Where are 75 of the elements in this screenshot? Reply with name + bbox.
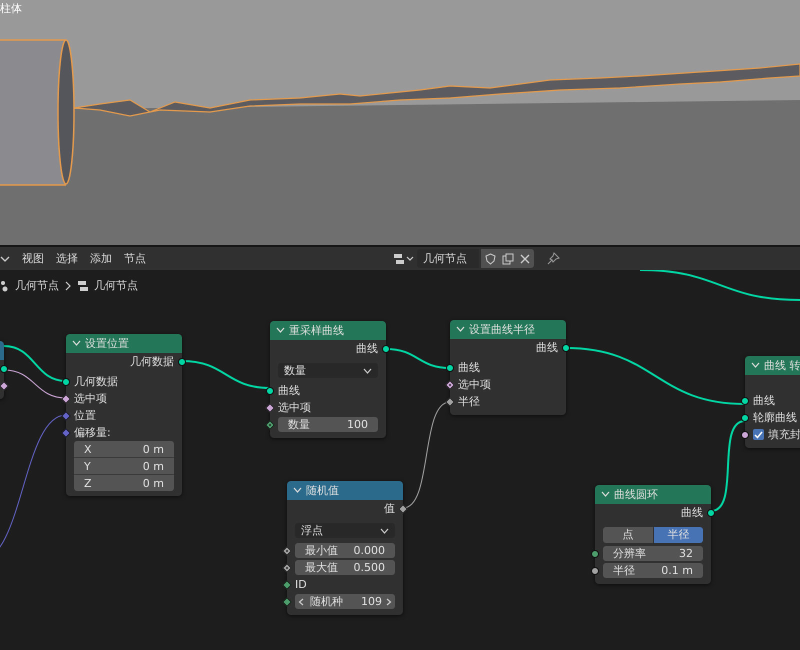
- number-field[interactable]: 半径 0.1 m: [603, 563, 703, 578]
- chevron-icon[interactable]: [456, 326, 465, 333]
- node-tree-field[interactable]: 几何节点: [417, 249, 479, 268]
- socket-label: 半径: [458, 394, 480, 409]
- socket-label: 曲线: [753, 393, 775, 408]
- object-label: 柱体: [0, 1, 22, 16]
- socket-label: 曲线: [356, 341, 378, 356]
- caret-icon: [380, 528, 389, 534]
- socket-dot[interactable]: [707, 508, 715, 516]
- number-field[interactable]: 最大值 0.500: [295, 560, 395, 575]
- socket-label: 曲线: [278, 383, 300, 398]
- socket-label: 几何数据: [74, 374, 118, 389]
- socket-dot[interactable]: [446, 364, 454, 372]
- node-title: 设置位置: [85, 336, 129, 351]
- breadcrumb-item[interactable]: 几何节点: [94, 278, 138, 293]
- checkbox[interactable]: [753, 429, 764, 440]
- copy-icon: [502, 252, 514, 264]
- number-field[interactable]: 数量 100: [278, 417, 378, 432]
- chevron-icon[interactable]: [601, 491, 610, 498]
- socket-dot[interactable]: [562, 344, 570, 352]
- number-field[interactable]: Y 0 m: [74, 458, 174, 475]
- socket-label: 几何数据: [130, 354, 174, 369]
- menu-item[interactable]: 视图: [16, 251, 50, 266]
- node-title: 设置曲线半径: [469, 322, 535, 337]
- breadcrumb-item[interactable]: 几何节点: [15, 278, 59, 293]
- socket-dot[interactable]: [178, 358, 186, 366]
- node-tree-icon[interactable]: [393, 252, 415, 266]
- socket-dot[interactable]: [741, 396, 749, 404]
- socket-label: 曲线: [536, 340, 558, 355]
- socket-label: 选中项: [74, 391, 107, 406]
- number-field[interactable]: X 0 m: [74, 441, 174, 458]
- chevron-icon[interactable]: [751, 362, 760, 369]
- socket-label: 选中项: [458, 377, 491, 392]
- node-title: 随机值: [306, 483, 339, 498]
- socket-dot[interactable]: [62, 378, 70, 386]
- menu-item[interactable]: 选择: [50, 251, 84, 266]
- chevron-icon[interactable]: [276, 327, 285, 334]
- close-icon: [520, 254, 530, 264]
- number-field[interactable]: 分辨率 32: [603, 546, 703, 561]
- pin-icon[interactable]: [546, 252, 560, 266]
- chevron-right-icon: [64, 280, 72, 290]
- number-field[interactable]: 最小值 0.000: [295, 543, 395, 558]
- socket-dot[interactable]: [0, 364, 8, 372]
- menu-item[interactable]: 节点: [118, 251, 152, 266]
- segment-button[interactable]: 半径: [654, 526, 703, 542]
- socket-label: 曲线: [681, 505, 703, 520]
- socket-label: 值: [384, 501, 395, 516]
- node-title: 重采样曲线: [289, 323, 344, 338]
- socket-label: 曲线: [458, 360, 480, 375]
- socket-dot[interactable]: [591, 566, 599, 574]
- menu-item[interactable]: 添加: [84, 251, 118, 266]
- chevron-icon[interactable]: [293, 487, 302, 494]
- shield-icon: [485, 252, 496, 264]
- socket-label: 轮廓曲线: [753, 410, 797, 425]
- socket-dot[interactable]: [741, 414, 749, 422]
- node-title: 曲线 转: [764, 358, 800, 373]
- node-tree-icon[interactable]: [0, 280, 10, 292]
- node-group-icon: [77, 280, 89, 292]
- socket-dot[interactable]: [741, 430, 749, 438]
- socket-dot[interactable]: [266, 386, 274, 394]
- socket-dot[interactable]: [591, 550, 599, 558]
- number-field[interactable]: 随机种 109: [295, 594, 395, 609]
- socket-label: 偏移量:: [74, 425, 111, 440]
- node-title: 曲线圆环: [614, 487, 658, 502]
- caret-icon: [363, 368, 372, 374]
- dropdown[interactable]: 浮点: [295, 523, 395, 538]
- chevron-icon[interactable]: [72, 340, 81, 347]
- socket-label: 位置: [74, 408, 96, 423]
- socket-dot[interactable]: [382, 344, 390, 352]
- dropdown[interactable]: 数量: [278, 363, 378, 378]
- segment-button[interactable]: 点: [603, 526, 652, 542]
- socket-label: ID: [295, 578, 307, 591]
- number-field[interactable]: Z 0 m: [74, 475, 174, 491]
- check-icon: [754, 430, 763, 438]
- socket-label: 选中项: [278, 400, 311, 415]
